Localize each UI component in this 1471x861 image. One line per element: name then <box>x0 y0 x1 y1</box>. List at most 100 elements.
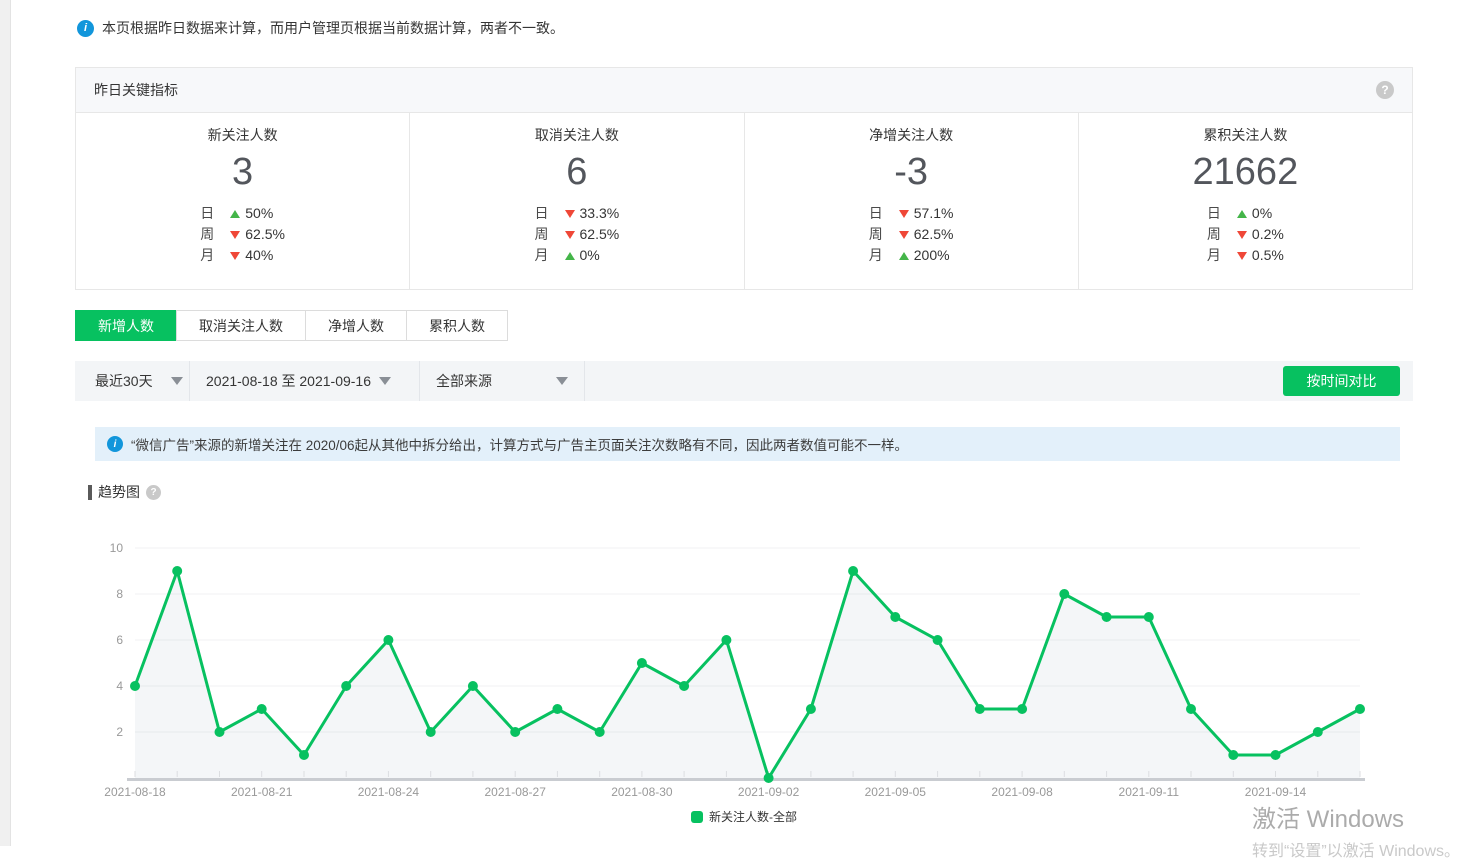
trend-line-chart: 2468102021-08-182021-08-212021-08-242021… <box>75 528 1413 800</box>
metric-trend-row: 周 62.5% <box>200 224 285 245</box>
date-range-label: 2021-08-18 至 2021-09-16 <box>206 371 371 391</box>
trend-percent: 0.5% <box>1252 245 1284 266</box>
top-notice-text: 本页根据昨日数据来计算，而用户管理页根据当前数据计算，两者不一致。 <box>102 18 564 38</box>
banner-text: “微信广告”来源的新增关注在 2020/06起从其他中拆分给出，计算方式与广告主… <box>131 434 908 454</box>
metric-trend-row: 月 200% <box>869 245 954 266</box>
svg-text:2021-08-24: 2021-08-24 <box>358 785 420 799</box>
metric-trend-rows: 日 0% 周 0.2% 月 0.5% <box>1207 203 1284 266</box>
trend-percent: 0% <box>1252 203 1272 224</box>
trend-percent: 0.2% <box>1252 224 1284 245</box>
up-arrow-icon <box>899 252 909 260</box>
chevron-down-icon <box>379 377 391 385</box>
svg-text:2021-09-05: 2021-09-05 <box>865 785 927 799</box>
metric-trend-row: 日 50% <box>200 203 285 224</box>
wechat-ads-notice-banner: i “微信广告”来源的新增关注在 2020/06起从其他中拆分给出，计算方式与广… <box>95 427 1400 461</box>
tab-net-growth[interactable]: 净增人数 <box>305 310 407 341</box>
trend-percent: 0% <box>580 245 600 266</box>
trend-period-label: 月 <box>535 245 565 266</box>
up-arrow-icon <box>565 252 575 260</box>
metric-trend-rows: 日 57.1% 周 62.5% 月 200% <box>869 203 954 266</box>
help-icon[interactable]: ? <box>146 485 161 500</box>
metric-trend-row: 日 57.1% <box>869 203 954 224</box>
down-arrow-icon <box>565 210 575 218</box>
trend-period-label: 月 <box>1207 245 1237 266</box>
up-arrow-icon <box>230 210 240 218</box>
source-dropdown[interactable]: 全部来源 <box>420 361 585 401</box>
yesterday-metrics-panel: 昨日关键指标 ? 新关注人数 3 日 50% 周 62.5% <box>75 67 1413 290</box>
range-preset-dropdown[interactable]: 最近30天 <box>75 361 190 401</box>
trend-period-label: 周 <box>869 224 899 245</box>
range-preset-label: 最近30天 <box>95 371 153 391</box>
trend-percent: 62.5% <box>914 224 954 245</box>
trend-percent: 50% <box>245 203 273 224</box>
filter-bar: 最近30天 2021-08-18 至 2021-09-16 全部来源 按时间对比 <box>75 361 1413 401</box>
metric-trend-row: 周 62.5% <box>869 224 954 245</box>
legend-swatch-icon <box>691 811 703 823</box>
down-arrow-icon <box>1237 231 1247 239</box>
metric-trend-row: 日 33.3% <box>535 203 620 224</box>
trend-percent: 200% <box>914 245 950 266</box>
metrics-panel-title: 昨日关键指标 <box>94 80 178 100</box>
top-notice: i 本页根据昨日数据来计算，而用户管理页根据当前数据计算，两者不一致。 <box>77 18 564 38</box>
tab-total-followers[interactable]: 累积人数 <box>406 310 508 341</box>
watermark-line2: 转到“设置”以激活 Windows。 <box>1252 837 1460 861</box>
metric-trend-row: 周 0.2% <box>1207 224 1284 245</box>
svg-text:10: 10 <box>110 541 124 555</box>
tab-new-followers[interactable]: 新增人数 <box>75 310 177 341</box>
chevron-down-icon <box>171 377 183 385</box>
down-arrow-icon <box>230 252 240 260</box>
up-arrow-icon <box>1237 210 1247 218</box>
compare-by-time-button[interactable]: 按时间对比 <box>1283 366 1400 396</box>
info-icon: i <box>107 436 123 452</box>
trend-period-label: 周 <box>1207 224 1237 245</box>
down-arrow-icon <box>899 231 909 239</box>
svg-text:2021-08-27: 2021-08-27 <box>485 785 547 799</box>
metric-total-followers: 累积关注人数 21662 日 0% 周 0.2% 月 <box>1078 113 1412 290</box>
svg-text:8: 8 <box>116 587 123 601</box>
metric-trend-row: 月 0% <box>535 245 620 266</box>
trend-percent: 33.3% <box>580 203 620 224</box>
trend-period-label: 日 <box>1207 203 1237 224</box>
metric-label: 累积关注人数 <box>1203 125 1287 145</box>
metric-trend-rows: 日 50% 周 62.5% 月 40% <box>200 203 285 266</box>
date-range-dropdown[interactable]: 2021-08-18 至 2021-09-16 <box>190 361 420 401</box>
trend-period-label: 日 <box>200 203 230 224</box>
metric-value: -3 <box>894 149 928 195</box>
down-arrow-icon <box>565 231 575 239</box>
trend-period-label: 周 <box>200 224 230 245</box>
legend-label: 新关注人数-全部 <box>709 808 797 825</box>
svg-text:2021-09-14: 2021-09-14 <box>1245 785 1307 799</box>
metric-trend-rows: 日 33.3% 周 62.5% 月 0% <box>535 203 620 266</box>
chevron-down-icon <box>556 377 568 385</box>
trend-percent: 62.5% <box>245 224 285 245</box>
trend-period-label: 日 <box>535 203 565 224</box>
metric-label: 新关注人数 <box>208 125 278 145</box>
metric-value: 6 <box>566 149 587 195</box>
trend-period-label: 月 <box>869 245 899 266</box>
info-icon: i <box>77 20 94 37</box>
svg-text:6: 6 <box>116 633 123 647</box>
svg-text:4: 4 <box>116 679 123 693</box>
svg-text:2021-09-02: 2021-09-02 <box>738 785 800 799</box>
trend-percent: 40% <box>245 245 273 266</box>
metric-label: 取消关注人数 <box>535 125 619 145</box>
metric-value: 3 <box>232 149 253 195</box>
svg-text:2: 2 <box>116 725 123 739</box>
trend-period-label: 月 <box>200 245 230 266</box>
help-icon[interactable]: ? <box>1376 81 1394 99</box>
metric-trend-row: 月 0.5% <box>1207 245 1284 266</box>
down-arrow-icon <box>1237 252 1247 260</box>
svg-text:2021-08-30: 2021-08-30 <box>611 785 673 799</box>
metric-label: 净增关注人数 <box>869 125 953 145</box>
chart-legend[interactable]: 新关注人数-全部 <box>75 808 1413 825</box>
trend-percent: 57.1% <box>914 203 954 224</box>
trend-percent: 62.5% <box>580 224 620 245</box>
metric-trend-row: 日 0% <box>1207 203 1284 224</box>
follower-analysis-page: i 本页根据昨日数据来计算，而用户管理页根据当前数据计算，两者不一致。 昨日关键… <box>0 0 1471 846</box>
title-bar-decoration <box>88 485 92 500</box>
down-arrow-icon <box>899 210 909 218</box>
trend-chart-title-text: 趋势图 <box>98 482 140 502</box>
down-arrow-icon <box>230 231 240 239</box>
source-label: 全部来源 <box>436 371 492 391</box>
tab-unfollowers[interactable]: 取消关注人数 <box>176 310 306 341</box>
